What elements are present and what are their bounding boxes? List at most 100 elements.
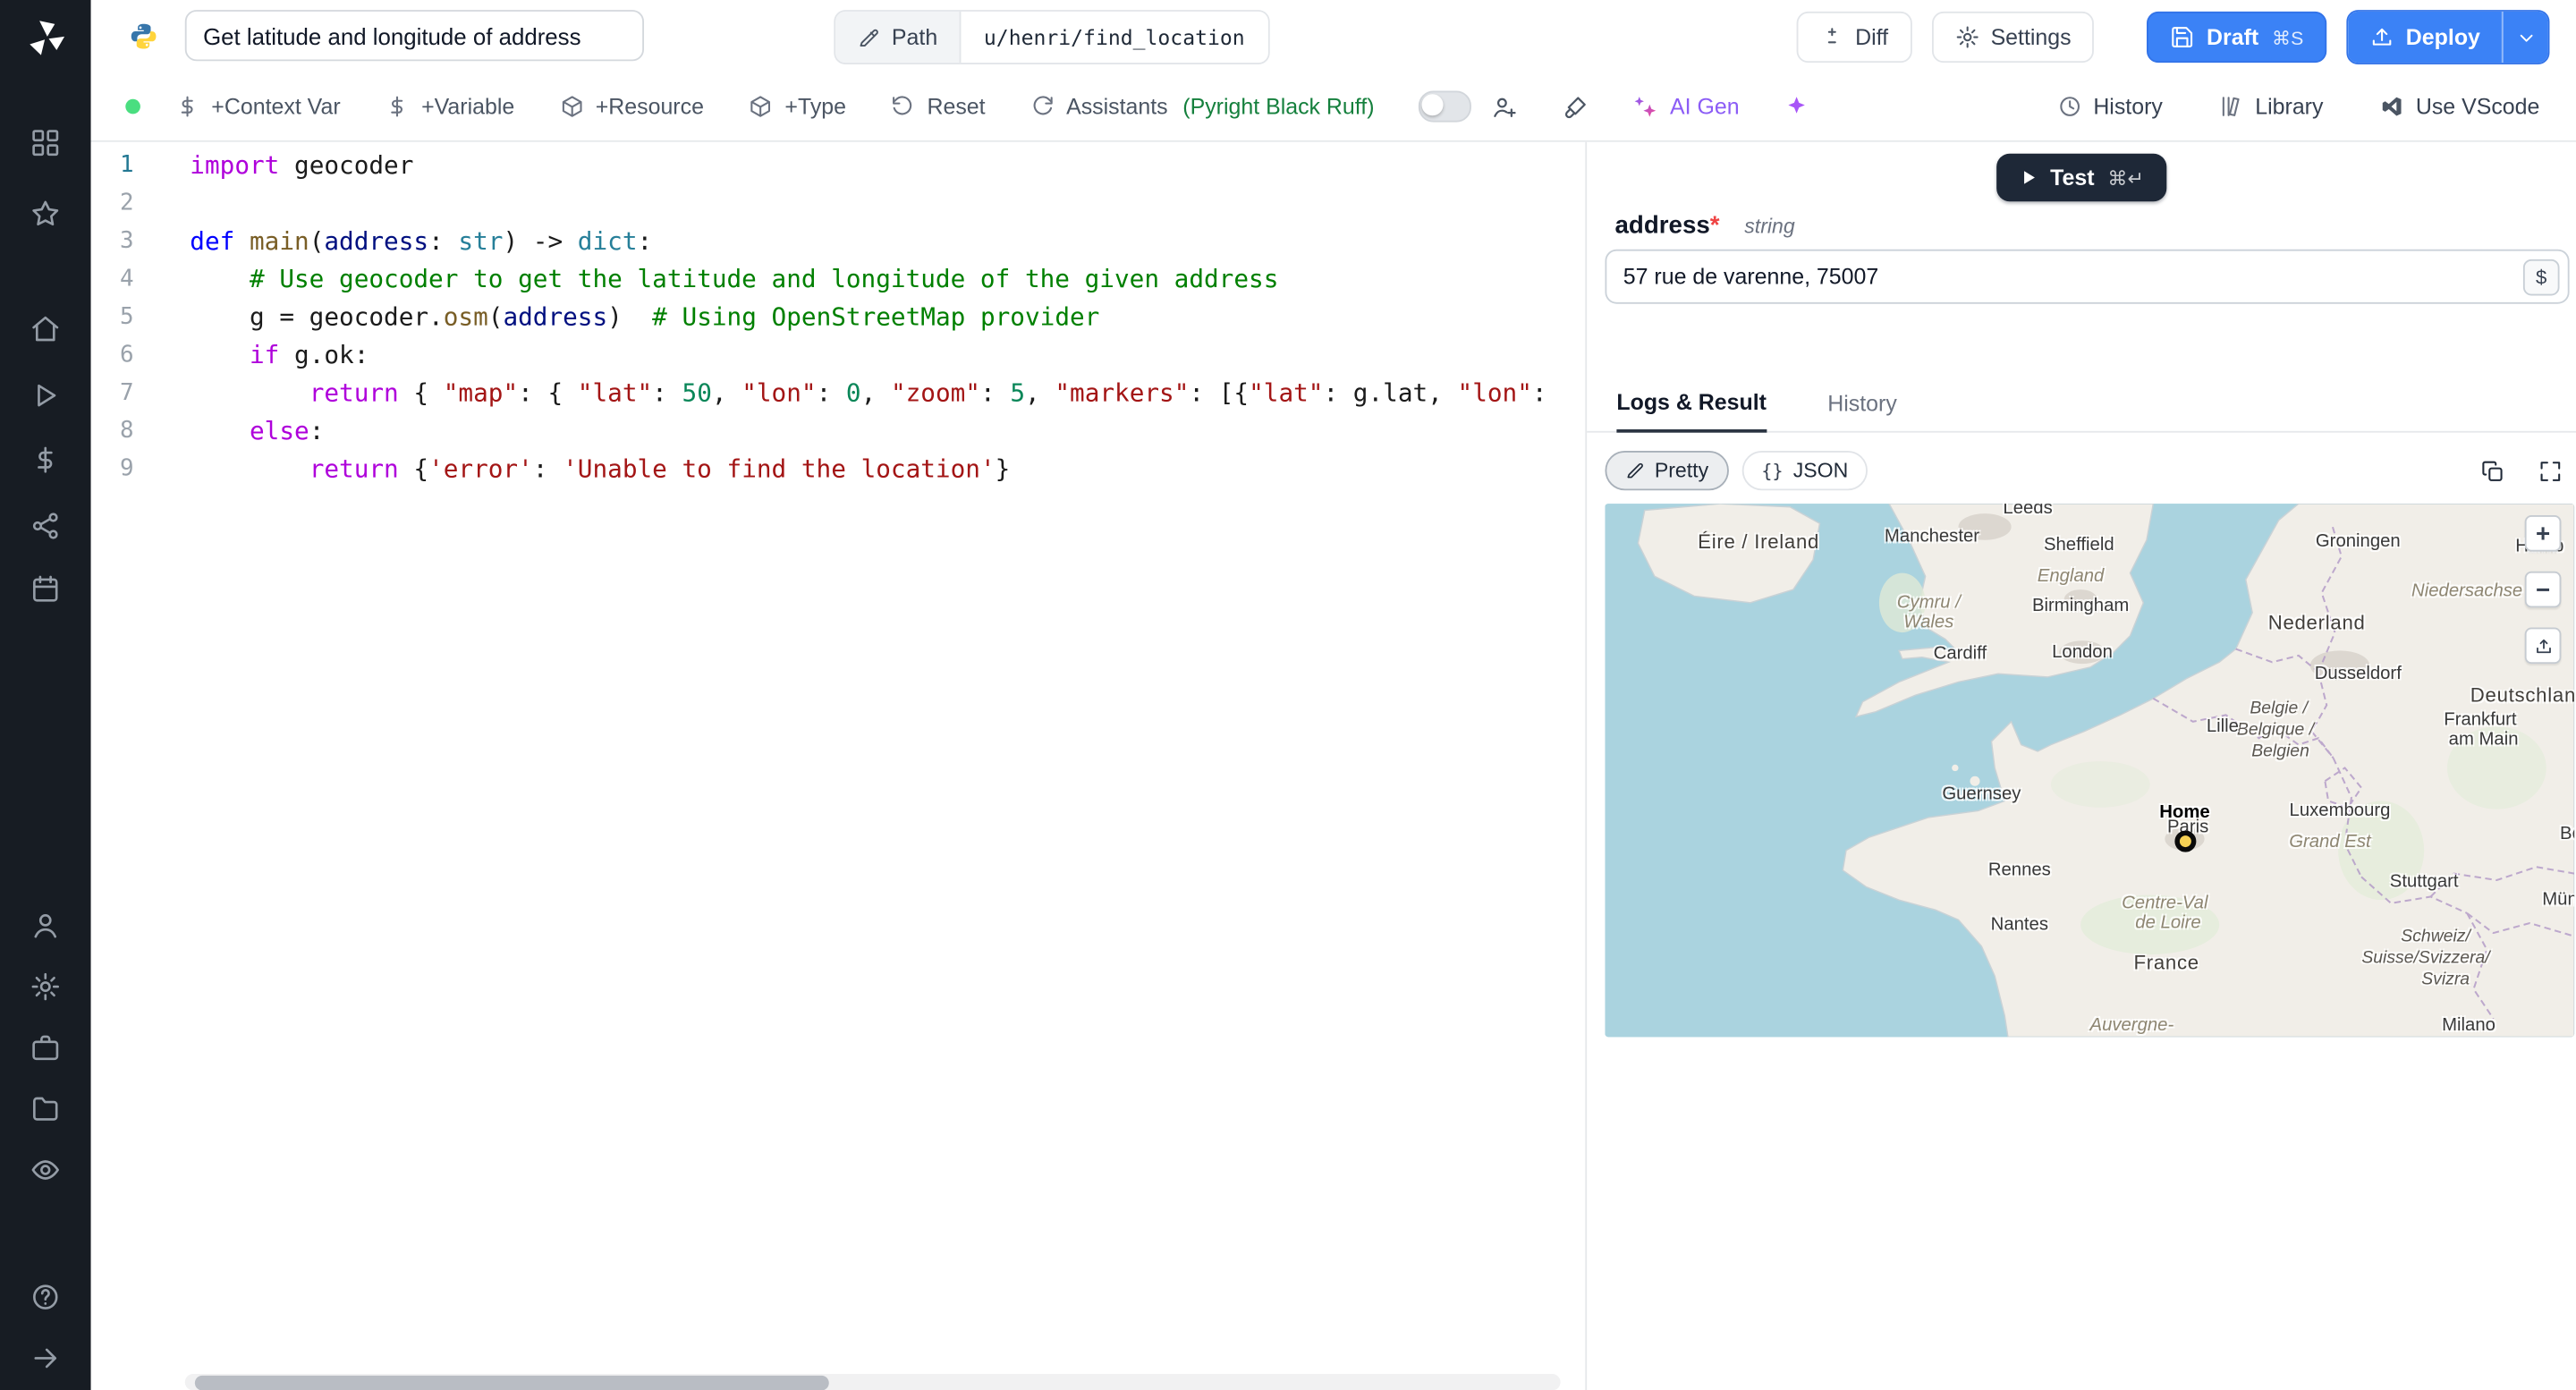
line-number: 2 (119, 190, 134, 216)
multiplayer-toggle[interactable] (1419, 90, 1472, 123)
variables-dollar-icon[interactable] (26, 439, 65, 479)
add-variable-button[interactable]: +Variable (385, 94, 514, 119)
home-icon[interactable] (26, 309, 65, 348)
settings-gear-icon[interactable] (26, 966, 65, 1005)
add-context-var-button[interactable]: +Context Var (175, 94, 341, 119)
assistants-detail: (Pyright Black Ruff) (1182, 94, 1375, 119)
code-token: return (309, 377, 399, 408)
settings-label: Settings (1990, 24, 2072, 50)
map-label: Münc (2542, 890, 2574, 911)
collapse-arrow-icon[interactable] (26, 1337, 65, 1377)
user-plus-icon (1494, 97, 1517, 117)
address-input[interactable] (1605, 249, 2570, 304)
ai-quick-button[interactable] (1784, 93, 1810, 120)
code-token: osm (443, 301, 488, 333)
gear-icon (1955, 26, 1978, 48)
horizontal-scrollbar[interactable] (184, 1373, 1561, 1390)
deploy-dropdown-button[interactable] (2501, 11, 2548, 64)
assistants-button[interactable]: Assistants (Pyright Black Ruff) (1030, 94, 1375, 119)
editor-gutter: 1 2 3 4 5 6 7 8 9 (91, 147, 134, 488)
map-zoom-in-button[interactable]: + (2524, 514, 2562, 552)
add-resource-label: +Resource (595, 94, 704, 119)
code-token: if (249, 340, 280, 370)
account-user-icon[interactable] (26, 905, 65, 945)
map-label: Milano (2442, 1015, 2496, 1036)
code-line[interactable]: else: (190, 413, 1560, 451)
code-line[interactable]: g = geocoder.osm(address) # Using OpenSt… (190, 299, 1560, 336)
add-resource-button[interactable]: +Resource (559, 94, 704, 119)
line-number: 4 (119, 266, 134, 292)
pretty-view-button[interactable]: Pretty (1605, 450, 1729, 491)
argument-header: address * string (1615, 211, 1795, 239)
result-view-switch: Pretty {} JSON (1605, 449, 2563, 492)
code-line[interactable] (190, 185, 1560, 223)
code-token: "markers" (1055, 377, 1190, 408)
tab-history[interactable]: History (1827, 392, 1897, 431)
code-token: : (428, 225, 459, 257)
copy-result-button[interactable] (2480, 458, 2505, 483)
code-line[interactable]: return {'error': 'Unable to find the loc… (190, 451, 1560, 488)
apps-grid-icon[interactable] (26, 123, 65, 162)
expand-icon (2540, 461, 2561, 480)
code-line[interactable]: # Use geocoder to get the latitude and l… (190, 261, 1560, 299)
help-circle-icon[interactable] (26, 1276, 65, 1316)
result-map[interactable]: Leeds Éire / Ireland Manchester Sheffield Gr… (1605, 504, 2575, 1038)
favorites-star-icon[interactable] (26, 193, 65, 233)
workers-briefcase-icon[interactable] (26, 1027, 65, 1066)
dollar-icon (391, 96, 403, 117)
map-label: de Loire (2135, 912, 2201, 934)
insert-variable-button[interactable]: $ (2522, 258, 2560, 295)
schedules-calendar-icon[interactable] (26, 568, 65, 607)
code-token: "lat" (1249, 377, 1324, 408)
scrollbar-thumb[interactable] (194, 1374, 829, 1390)
line-number: 5 (119, 303, 134, 331)
ai-gen-button[interactable]: AI Gen (1633, 94, 1740, 119)
library-button[interactable]: Library (2219, 94, 2323, 119)
package-icon (562, 96, 581, 117)
sidebar (0, 0, 91, 1390)
map-zoom-out-button[interactable]: − (2524, 571, 2562, 608)
runs-play-icon[interactable] (26, 375, 65, 414)
diff-icon (1826, 28, 1835, 44)
copy-icon (2482, 460, 2503, 480)
code-line[interactable]: def main(address: str) -> dict: (190, 223, 1560, 260)
code-token: "map" (443, 377, 519, 408)
add-user-button[interactable] (1492, 93, 1519, 120)
audit-eye-icon[interactable] (26, 1149, 65, 1189)
test-button[interactable]: Test ⌘↵ (1996, 153, 2167, 202)
map-marker[interactable] (2174, 829, 2196, 852)
format-brush-button[interactable] (1563, 93, 1589, 120)
windmill-logo-icon[interactable] (24, 16, 67, 59)
add-type-button[interactable]: +Type (749, 94, 846, 119)
folders-folder-icon[interactable] (26, 1089, 65, 1128)
json-view-button[interactable]: {} JSON (1741, 450, 1868, 491)
code-token: , (711, 377, 742, 408)
diff-button[interactable]: Diff (1795, 11, 1911, 64)
map-fit-extent-button[interactable] (2524, 627, 2562, 665)
line-number: 6 (119, 342, 134, 369)
edit-path-button[interactable]: Path (835, 11, 962, 64)
code-line[interactable]: if g.ok: (190, 337, 1560, 375)
deploy-button[interactable]: Deploy (2348, 11, 2502, 64)
reset-button[interactable]: Reset (891, 94, 986, 119)
draft-button[interactable]: Draft ⌘S (2147, 11, 2327, 64)
pencil-icon (860, 28, 878, 47)
map-label: Home (2159, 802, 2210, 823)
script-title-input[interactable] (184, 10, 644, 62)
map-label: Suisse/Svizzera/ (2361, 947, 2490, 968)
map-label: Frankfurt (2444, 709, 2517, 730)
use-vscode-button[interactable]: Use VScode (2379, 94, 2539, 119)
code-token: { (398, 377, 444, 408)
map-label: Deutschlan (2470, 683, 2575, 708)
tab-logs-result[interactable]: Logs & Result (1616, 390, 1767, 433)
expand-result-button[interactable] (2538, 458, 2563, 483)
code-line[interactable]: return { "map": { "lat": 50, "lon": 0, "… (190, 375, 1560, 412)
settings-button[interactable]: Settings (1931, 11, 2095, 64)
resources-share-icon[interactable] (26, 505, 65, 545)
save-icon (2172, 27, 2193, 47)
code-token: str (458, 225, 504, 257)
history-button[interactable]: History (2057, 94, 2163, 119)
code-line[interactable]: import geocoder (190, 147, 1560, 184)
code-token: ) (607, 301, 653, 333)
code-area[interactable]: import geocoder def main(address: str) -… (190, 147, 1560, 1351)
